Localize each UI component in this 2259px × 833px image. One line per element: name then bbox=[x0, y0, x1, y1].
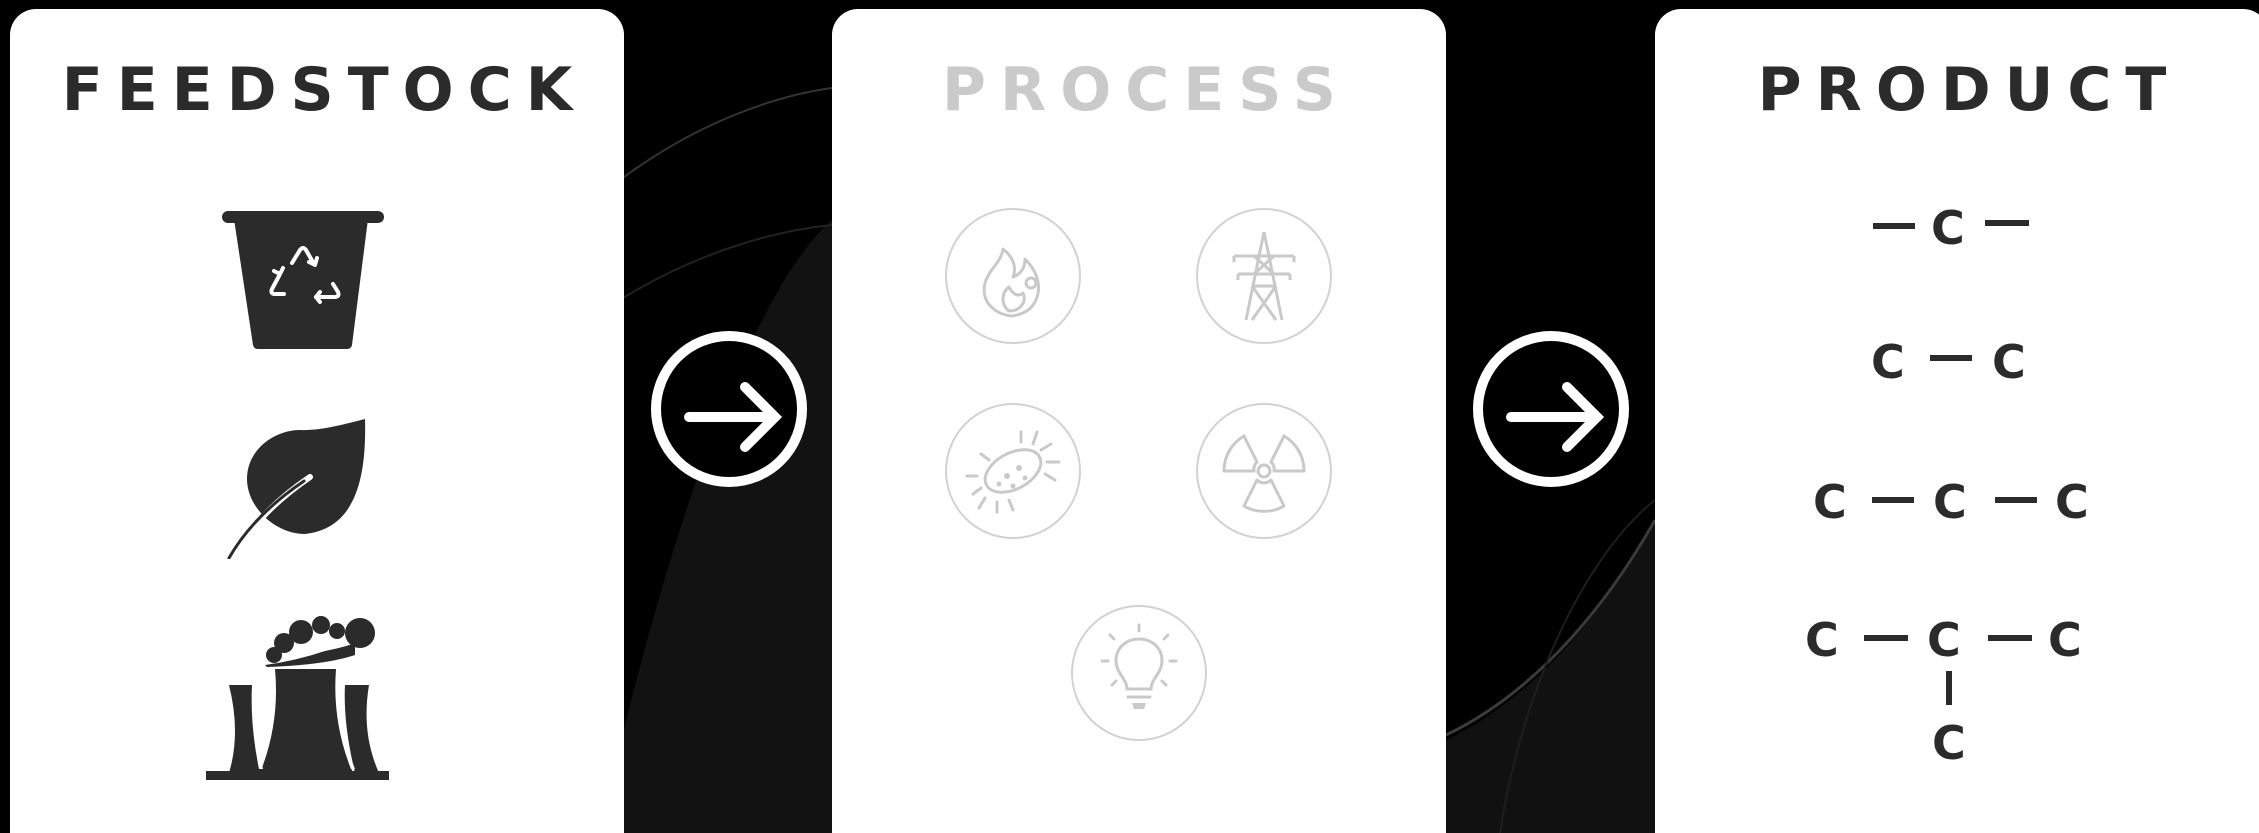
product-title: PRODUCT bbox=[1757, 55, 2181, 125]
carbon-atom: C bbox=[1927, 613, 1961, 667]
factory-icon bbox=[206, 616, 389, 780]
leaf-icon bbox=[227, 419, 366, 559]
radiation-icon bbox=[1196, 403, 1332, 539]
bond bbox=[1995, 497, 2037, 503]
product-panel: PRODUCT C C C C C C C C C C bbox=[1655, 9, 2259, 833]
process-panel: PROCESS bbox=[832, 9, 1446, 833]
carbon-atom: C bbox=[1805, 613, 1839, 667]
feedstock-panel: FEEDSTOCK bbox=[10, 9, 624, 833]
bond bbox=[1988, 635, 2032, 641]
flame-icon bbox=[945, 208, 1081, 344]
bond bbox=[1946, 671, 1952, 705]
bond bbox=[1985, 220, 2029, 226]
process-title: PROCESS bbox=[942, 55, 1350, 125]
carbon-atom: C bbox=[1931, 201, 1965, 255]
carbon-atom: C bbox=[1813, 475, 1847, 529]
bond bbox=[1864, 635, 1908, 641]
carbon-atom: C bbox=[1992, 335, 2026, 389]
carbon-atom: C bbox=[2048, 613, 2082, 667]
bond bbox=[1930, 355, 1972, 361]
carbon-atom: C bbox=[1932, 716, 1966, 770]
recycle-bin-icon bbox=[222, 211, 384, 349]
arrow-right-icon bbox=[651, 331, 807, 487]
carbon-atom: C bbox=[2055, 475, 2089, 529]
lightbulb-icon bbox=[1071, 605, 1207, 741]
bacteria-icon bbox=[945, 403, 1081, 539]
arrow-right-icon bbox=[1473, 331, 1629, 487]
bond bbox=[1873, 223, 1915, 229]
carbon-atom: C bbox=[1933, 475, 1967, 529]
carbon-atom: C bbox=[1871, 335, 1905, 389]
feedstock-title: FEEDSTOCK bbox=[61, 55, 587, 125]
power-tower-icon bbox=[1196, 208, 1332, 344]
bond bbox=[1872, 497, 1914, 503]
